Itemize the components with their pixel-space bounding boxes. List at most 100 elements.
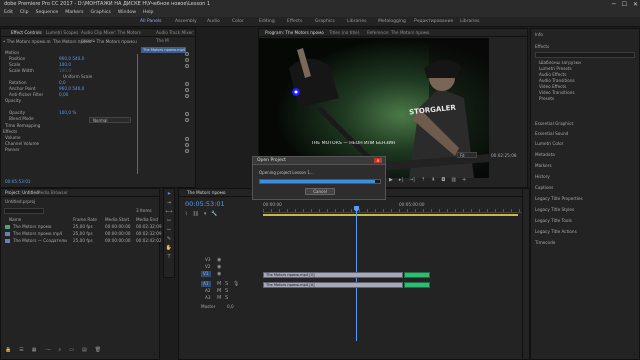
keyframe-reset-icon[interactable] — [185, 64, 189, 68]
new-item-icon[interactable]: ▤ — [82, 347, 87, 355]
trash-icon[interactable]: 🗑 — [95, 347, 101, 355]
panel-section[interactable]: Markers — [535, 163, 552, 169]
workspace-metalogging[interactable]: Metalogging — [378, 17, 406, 27]
keyframe-reset-icon[interactable] — [185, 58, 189, 62]
master-volume-value[interactable]: 0,0 — [227, 304, 234, 310]
mic-icon[interactable]: 🎙 — [233, 282, 239, 287]
cancel-button[interactable]: Cancel — [305, 188, 335, 195]
panel-section[interactable]: Legacy Title Properties — [535, 196, 583, 202]
eye-icon[interactable]: ◉ — [217, 272, 221, 277]
audio-clip[interactable]: The Motors промо.mp4 [A] — [263, 282, 403, 288]
effects-search-input[interactable] — [535, 52, 635, 58]
menu-help[interactable]: Help — [143, 9, 153, 17]
project-col-start[interactable]: Media Start — [105, 217, 129, 223]
project-col-end[interactable]: Media End — [136, 217, 158, 223]
maximize-button[interactable]: ☐ — [622, 0, 627, 9]
menu-sequence[interactable]: Sequence — [36, 9, 59, 17]
track-label[interactable]: V3 — [205, 257, 211, 263]
menu-window[interactable]: Window — [118, 9, 136, 17]
tab-timeline-sequence[interactable]: The Motors промо — [187, 189, 225, 197]
minimize-button[interactable]: ─ — [612, 0, 616, 9]
panel-section[interactable]: Essential Graphics — [535, 121, 574, 127]
tab-program[interactable]: Program: The Motors промо — [265, 29, 324, 37]
project-col-rate[interactable]: Frame Rate — [73, 217, 97, 223]
extract-icon[interactable]: ⇞ — [431, 177, 435, 185]
sequence-clip-label[interactable]: The Motors промо • The Motors промо.mp4 — [53, 39, 137, 45]
fx-uniform-scale[interactable]: Uniform Scale — [63, 74, 92, 80]
effect-clip-bar[interactable]: The Motors промо.mp4 — [141, 47, 186, 53]
menu-graphics[interactable]: Graphics — [91, 9, 111, 17]
keyframe-reset-icon[interactable] — [185, 149, 189, 153]
solo-icon[interactable]: S — [225, 289, 228, 294]
solo-icon[interactable]: S — [225, 296, 228, 301]
hand-tool-icon[interactable]: ✋ — [165, 245, 173, 252]
keyframe-reset-icon[interactable] — [185, 52, 189, 56]
keyframe-reset-icon[interactable] — [185, 82, 189, 86]
tab-audio-track-mixer[interactable]: Audio Track Mixer: The M — [156, 29, 196, 43]
play-icon[interactable]: ▶ — [389, 177, 393, 185]
fx-opacity-value[interactable]: 100,0 % — [59, 110, 76, 116]
selection-tool-icon[interactable]: ➤ — [165, 191, 173, 198]
snap-icon[interactable]: ⌇ — [185, 211, 187, 217]
new-bin-icon[interactable]: ▭ — [69, 347, 74, 355]
timeline-ruler[interactable] — [263, 209, 527, 213]
workspace-libraries[interactable]: Libraries — [347, 17, 366, 27]
razor-tool-icon[interactable]: ✂ — [165, 218, 173, 225]
add-marker-icon[interactable]: ▾ — [204, 211, 207, 217]
panel-section[interactable]: Legacy Title Tools — [535, 218, 572, 224]
workspace-libraries-2[interactable]: Libraries — [460, 17, 479, 27]
add-button-icon[interactable]: + — [462, 177, 466, 185]
menu-markers[interactable]: Markers — [65, 9, 83, 17]
project-search-input[interactable] — [4, 208, 44, 214]
go-to-out-icon[interactable]: →| — [409, 177, 415, 185]
fit-select[interactable]: Fit — [457, 152, 477, 158]
tab-project[interactable]: Project: Untitled — [5, 189, 39, 197]
fx-antiflicker-value[interactable]: 0,00 — [59, 92, 68, 98]
tab-info[interactable]: Info — [535, 32, 543, 38]
track-select-icon[interactable]: ⇥ — [165, 200, 173, 207]
track-label[interactable]: A1 — [201, 281, 211, 287]
list-view-icon[interactable]: ☰ — [19, 347, 23, 355]
track-label[interactable]: V1 — [201, 271, 211, 277]
workspace-editing-ru[interactable]: Редактирование — [414, 17, 453, 27]
mute-icon[interactable]: M — [217, 282, 221, 287]
panel-section[interactable]: Lumetri Color — [535, 141, 563, 147]
tab-lumetri-scopes[interactable]: Lumetri Scopes — [46, 29, 78, 37]
eye-icon[interactable]: ◉ — [217, 265, 221, 270]
tab-effect-controls[interactable]: Effect Controls — [11, 29, 42, 37]
keyframe-reset-icon[interactable] — [185, 88, 189, 92]
keyframe-reset-icon[interactable] — [185, 118, 189, 122]
panel-section[interactable]: Legacy Title Actions — [535, 229, 577, 235]
step-forward-icon[interactable]: ▸| — [399, 177, 403, 185]
workspace-all-panels[interactable]: All Panels — [140, 17, 162, 27]
table-row[interactable]: The Motors промо 25,00 fps 00:00:00:00 0… — [1, 224, 162, 231]
mute-icon[interactable]: M — [217, 289, 221, 294]
tab-effects[interactable]: Effects — [535, 44, 549, 50]
panel-section[interactable]: Metadata — [535, 152, 555, 158]
track-label[interactable]: V2 — [205, 264, 211, 270]
panel-section[interactable]: Legacy Title Styles — [535, 207, 574, 213]
track-label[interactable]: A3 — [205, 295, 211, 301]
panel-section[interactable]: Essential Sound — [535, 131, 568, 137]
work-area-bar[interactable] — [263, 214, 518, 216]
effects-folder[interactable]: Presets — [539, 96, 554, 102]
workspace-graphics[interactable]: Graphics — [315, 17, 335, 27]
keyframe-reset-icon[interactable] — [185, 94, 189, 98]
lock-icon[interactable]: 🔒 — [5, 347, 11, 355]
project-col-name[interactable]: Name — [9, 217, 21, 223]
mute-icon[interactable]: M — [217, 296, 221, 301]
workspace-editing[interactable]: Editing — [259, 17, 275, 27]
slip-tool-icon[interactable]: ⇿ — [165, 227, 173, 234]
timeline-timecode[interactable]: 00:05:53:01 — [185, 200, 225, 208]
workspace-audio[interactable]: Audio — [207, 17, 220, 27]
type-tool-icon[interactable]: T — [165, 254, 173, 261]
video-clip[interactable]: The Motors промо.mp4 [V] — [263, 272, 403, 278]
tab-audio-clip-mixer[interactable]: Audio Clip Mixer: The Motors промо — [81, 29, 151, 43]
workspace-color[interactable]: Color — [232, 17, 244, 27]
track-label[interactable]: A2 — [205, 288, 211, 294]
keyframe-reset-icon[interactable] — [185, 112, 189, 116]
pen-tool-icon[interactable]: ✎ — [165, 236, 173, 243]
search-icon[interactable]: ⌕ — [58, 347, 61, 355]
lift-icon[interactable]: ⇡ — [421, 177, 425, 185]
tab-media-browser[interactable]: Media Browser — [37, 189, 68, 197]
